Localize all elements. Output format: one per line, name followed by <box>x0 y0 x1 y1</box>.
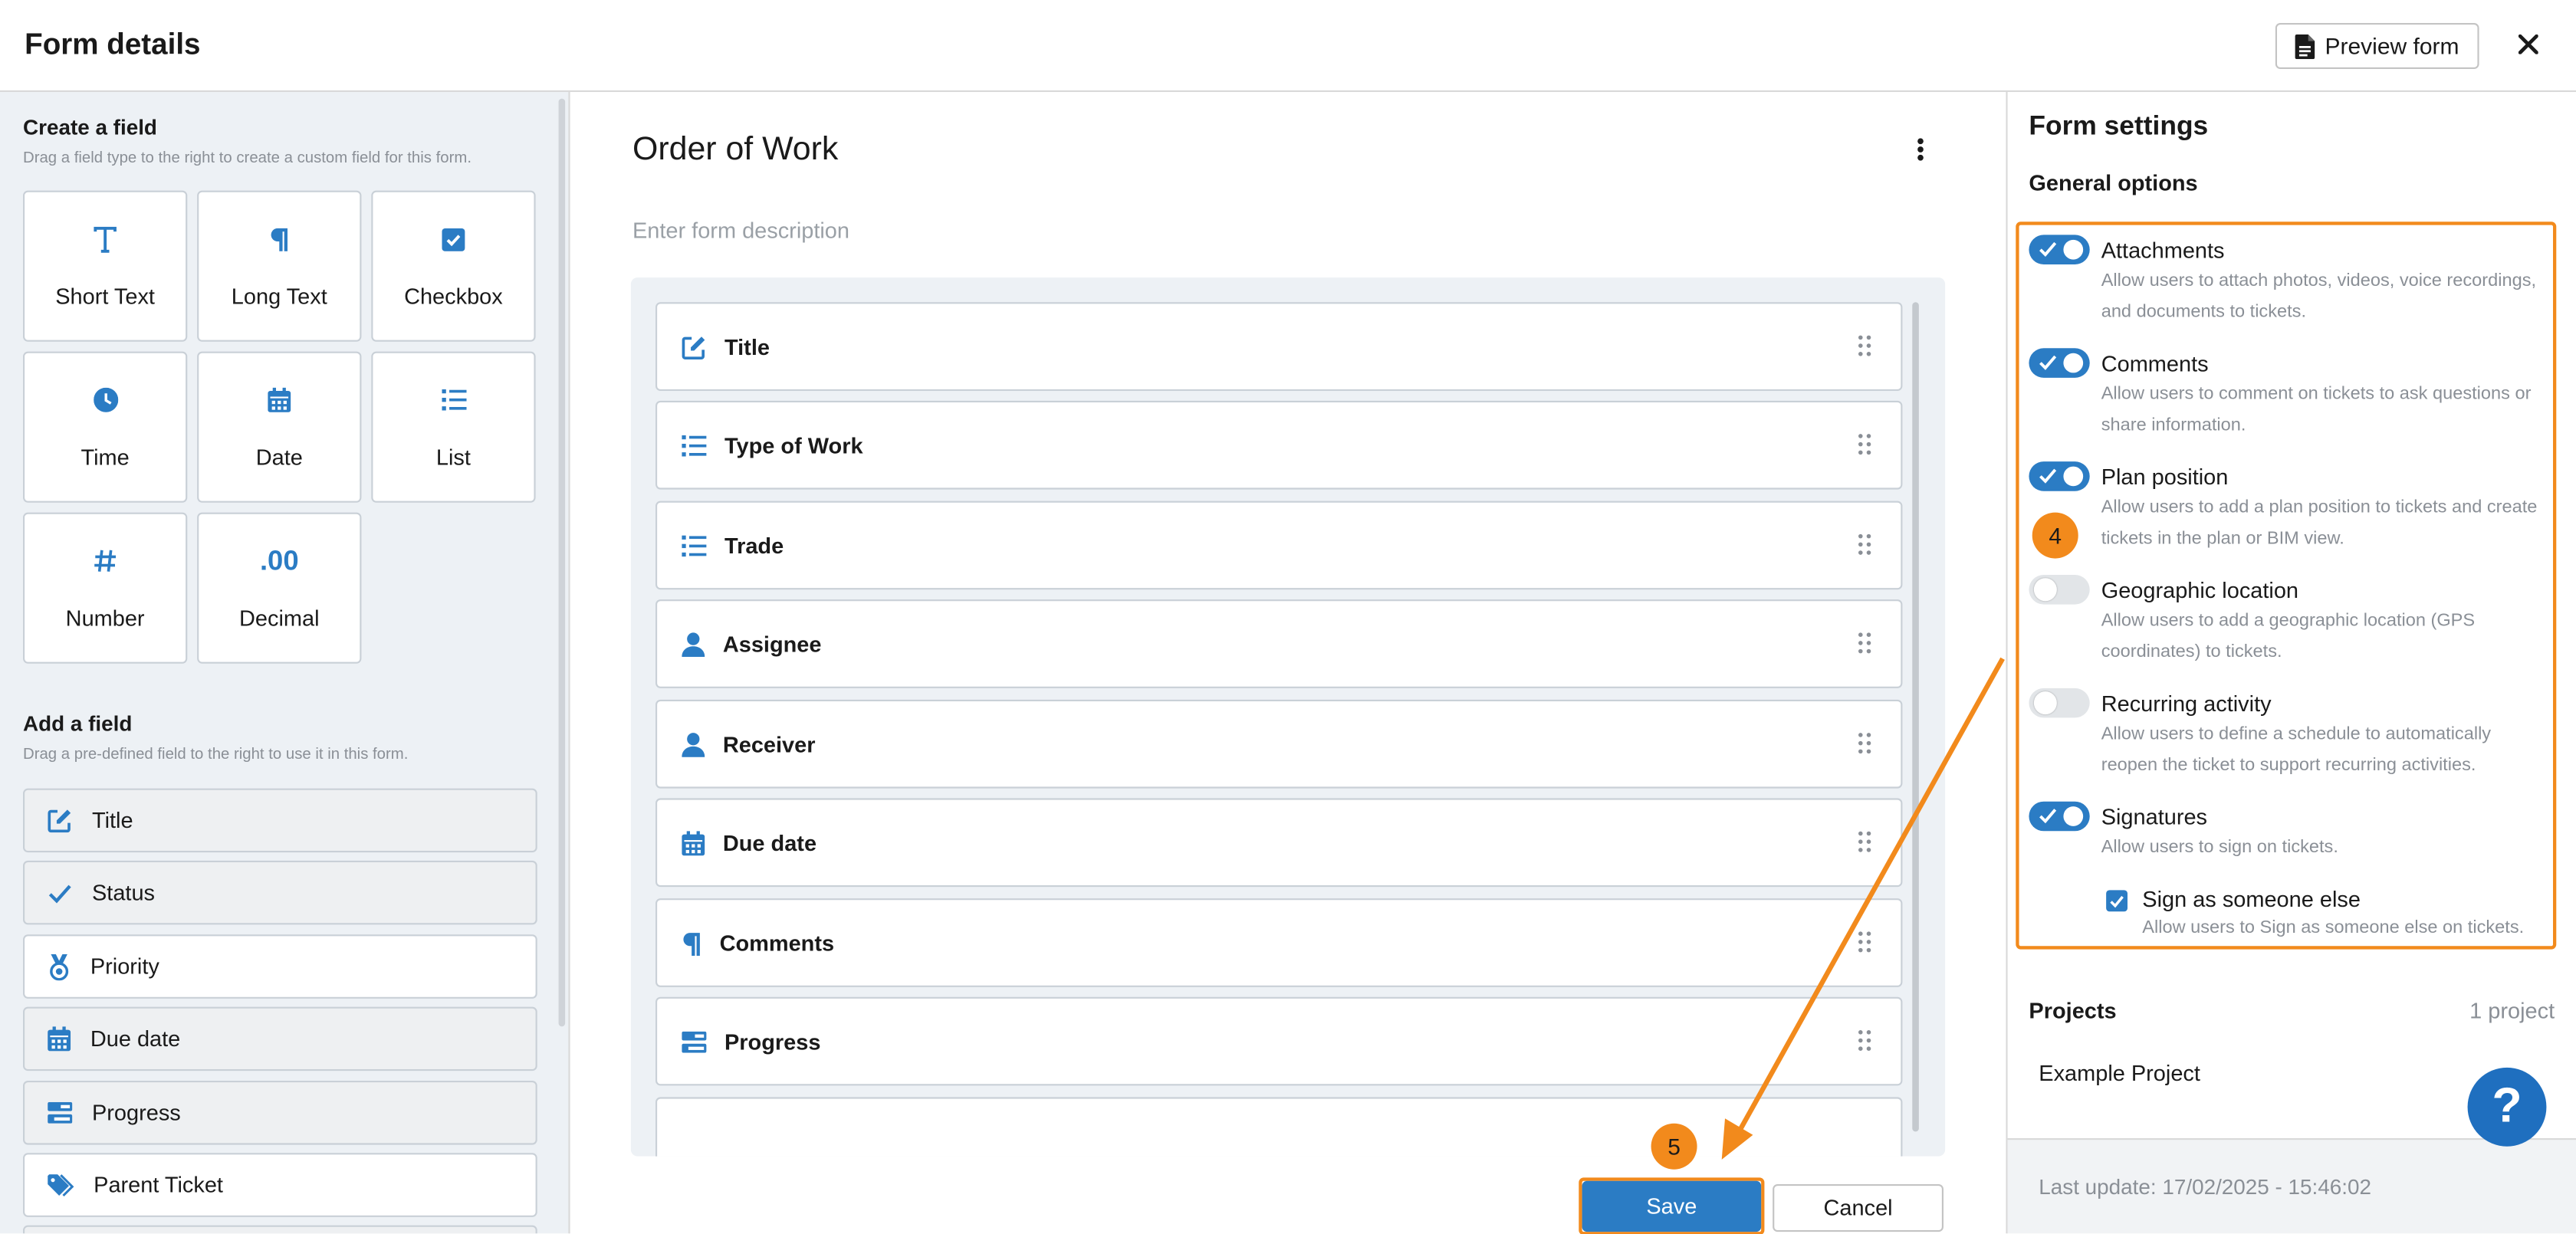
step-5-badge: 5 <box>1651 1123 1697 1170</box>
step-4-badge: 4 <box>2032 512 2078 559</box>
annotation-arrow <box>1721 657 2005 1160</box>
